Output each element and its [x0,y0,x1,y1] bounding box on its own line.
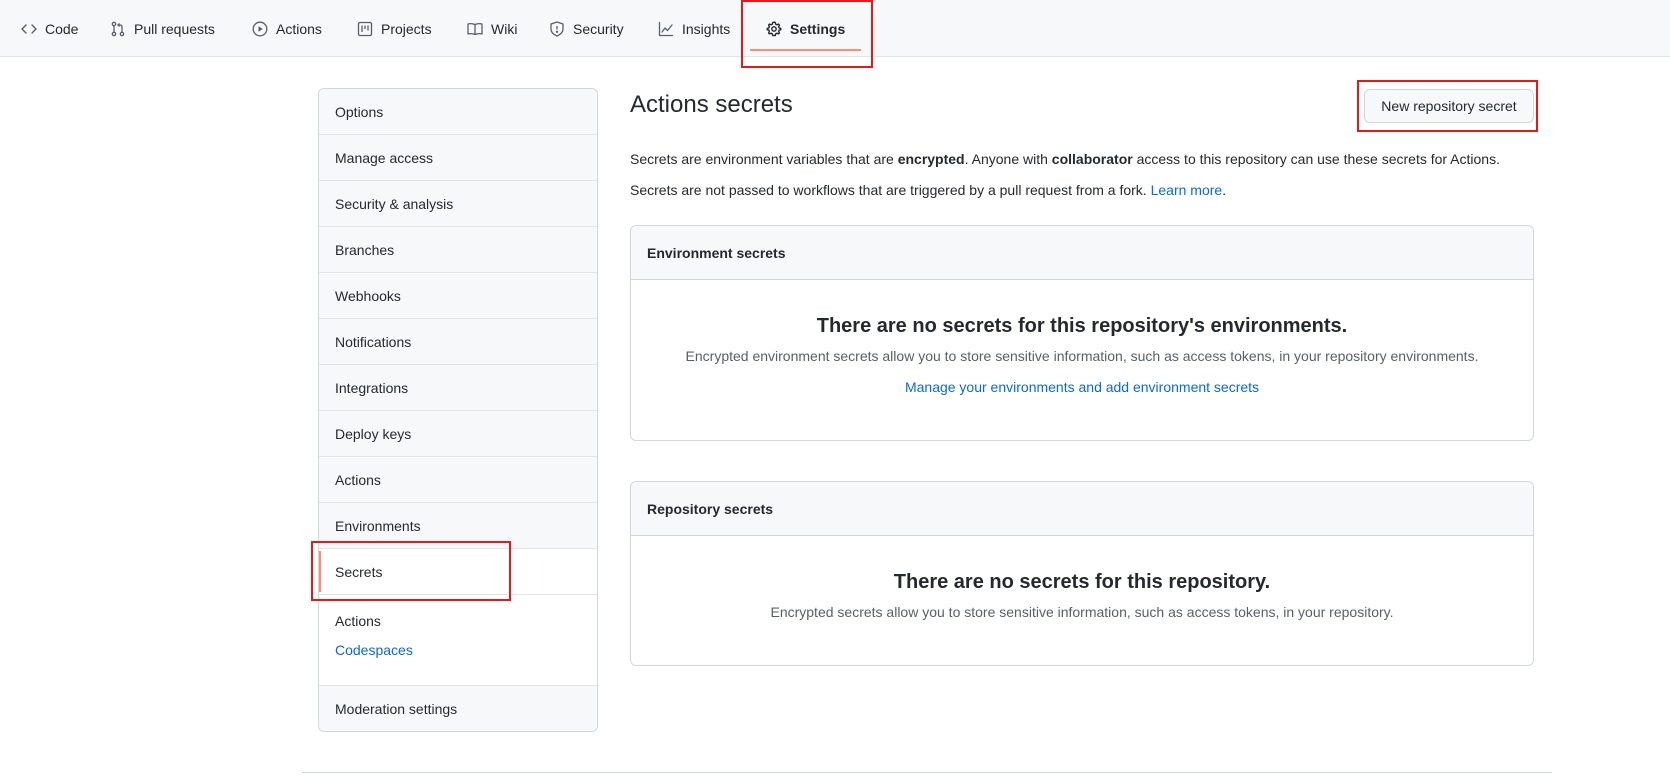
sidebar-item-label: Moderation settings [335,701,458,717]
sidebar-item-label: Webhooks [335,287,401,304]
shield-icon [550,20,564,37]
sidebar-item-security-analysis[interactable]: Security & analysis [319,181,597,227]
sidebar-item-label: Manage access [335,149,434,166]
sidebar-item-branches[interactable]: Branches [319,227,597,273]
tab-wiki[interactable]: Wiki [467,0,517,57]
gear-icon [766,21,782,36]
sidebar-item-label: Branches [335,241,395,258]
desc-bold: encrypted [897,151,965,167]
sidebar-item-label: Options [335,103,384,120]
tab-pull-requests[interactable]: Pull requests [110,0,215,57]
sidebar-item-label: Security & analysis [335,195,454,212]
box-header: Repository secrets [631,482,1533,536]
tab-label: Projects [381,20,432,37]
sidebar-item-label: Secrets [335,563,383,580]
tab-label: Wiki [491,20,518,37]
desc-bold: collaborator [1051,151,1133,167]
desc-text: Secrets are not passed to workflows that… [630,182,1151,198]
tab-label: Pull requests [134,20,215,37]
tab-label: Insights [682,20,731,37]
desc-text: . [1222,182,1227,198]
play-icon [252,21,268,36]
graph-icon [658,21,674,36]
learn-more-link[interactable]: Learn more [1151,182,1223,198]
sub-item-actions[interactable]: Actions [335,613,381,629]
environment-secrets-box: Environment secrets There are no secrets… [630,225,1534,441]
git-pull-request-icon [111,21,125,36]
blank-slate-text: Encrypted secrets allow you to store sen… [770,604,1394,620]
new-repository-secret-button[interactable]: New repository secret [1364,89,1534,123]
blank-slate-title: There are no secrets for this repository… [893,571,1271,593]
desc-text: . Anyone with [964,151,1052,167]
desc-text: Secrets are environment variables that a… [630,151,898,167]
sidebar-item-label: Notifications [335,333,412,350]
footer-divider [302,772,1552,773]
tab-insights[interactable]: Insights [658,0,730,57]
sidebar-item-moderation-settings[interactable]: Moderation settings [319,686,597,731]
repository-secrets-box: Repository secrets There are no secrets … [630,481,1534,666]
repo-nav: Code Pull requests Actions Projects Wiki… [0,0,1670,57]
desc-text: access to this repository can use these … [1132,151,1500,167]
tab-code[interactable]: Code [21,0,78,57]
fork-note: Secrets are not passed to workflows that… [630,182,1226,198]
secrets-description: Secrets are environment variables that a… [630,151,1500,167]
sidebar-item-options[interactable]: Options [319,89,597,135]
code-icon [21,23,37,34]
sidebar-item-notifications[interactable]: Notifications [319,319,597,365]
sidebar-item-actions[interactable]: Actions [319,457,597,503]
tab-label: Actions [276,20,322,37]
sidebar-item-deploy-keys[interactable]: Deploy keys [319,411,597,457]
sidebar-item-label: Actions [335,471,381,488]
sidebar-item-label: Environments [335,517,421,534]
secrets-subsection: Actions Codespaces [319,595,597,686]
book-icon [467,22,483,35]
active-tab-underline [750,49,862,51]
sidebar-item-webhooks[interactable]: Webhooks [319,273,597,319]
settings-sidebar: Options Manage access Security & analysi… [318,88,598,732]
manage-environments-link[interactable]: Manage your environments and add environ… [631,379,1533,395]
selected-indicator [319,551,321,592]
tab-settings[interactable]: Settings [750,0,862,57]
project-icon [357,21,373,36]
tab-actions[interactable]: Actions [252,0,322,57]
sub-item-codespaces[interactable]: Codespaces [335,642,413,658]
page-title: Actions secrets [630,91,793,118]
sidebar-item-integrations[interactable]: Integrations [319,365,597,411]
sidebar-item-label: Deploy keys [335,425,412,442]
sidebar-item-environments[interactable]: Environments [319,503,597,549]
tab-label: Security [573,20,624,37]
blank-slate-text: Encrypted environment secrets allow you … [685,348,1479,364]
tab-label: Settings [790,20,846,37]
blank-slate-title: There are no secrets for this repository… [816,315,1348,337]
sidebar-item-secrets[interactable]: Secrets [319,549,597,595]
sidebar-item-manage-access[interactable]: Manage access [319,135,597,181]
tab-label: Code [45,20,79,37]
tab-security[interactable]: Security [549,0,624,57]
box-header: Environment secrets [631,226,1533,280]
tab-projects[interactable]: Projects [357,0,432,57]
sidebar-item-label: Integrations [335,379,409,396]
